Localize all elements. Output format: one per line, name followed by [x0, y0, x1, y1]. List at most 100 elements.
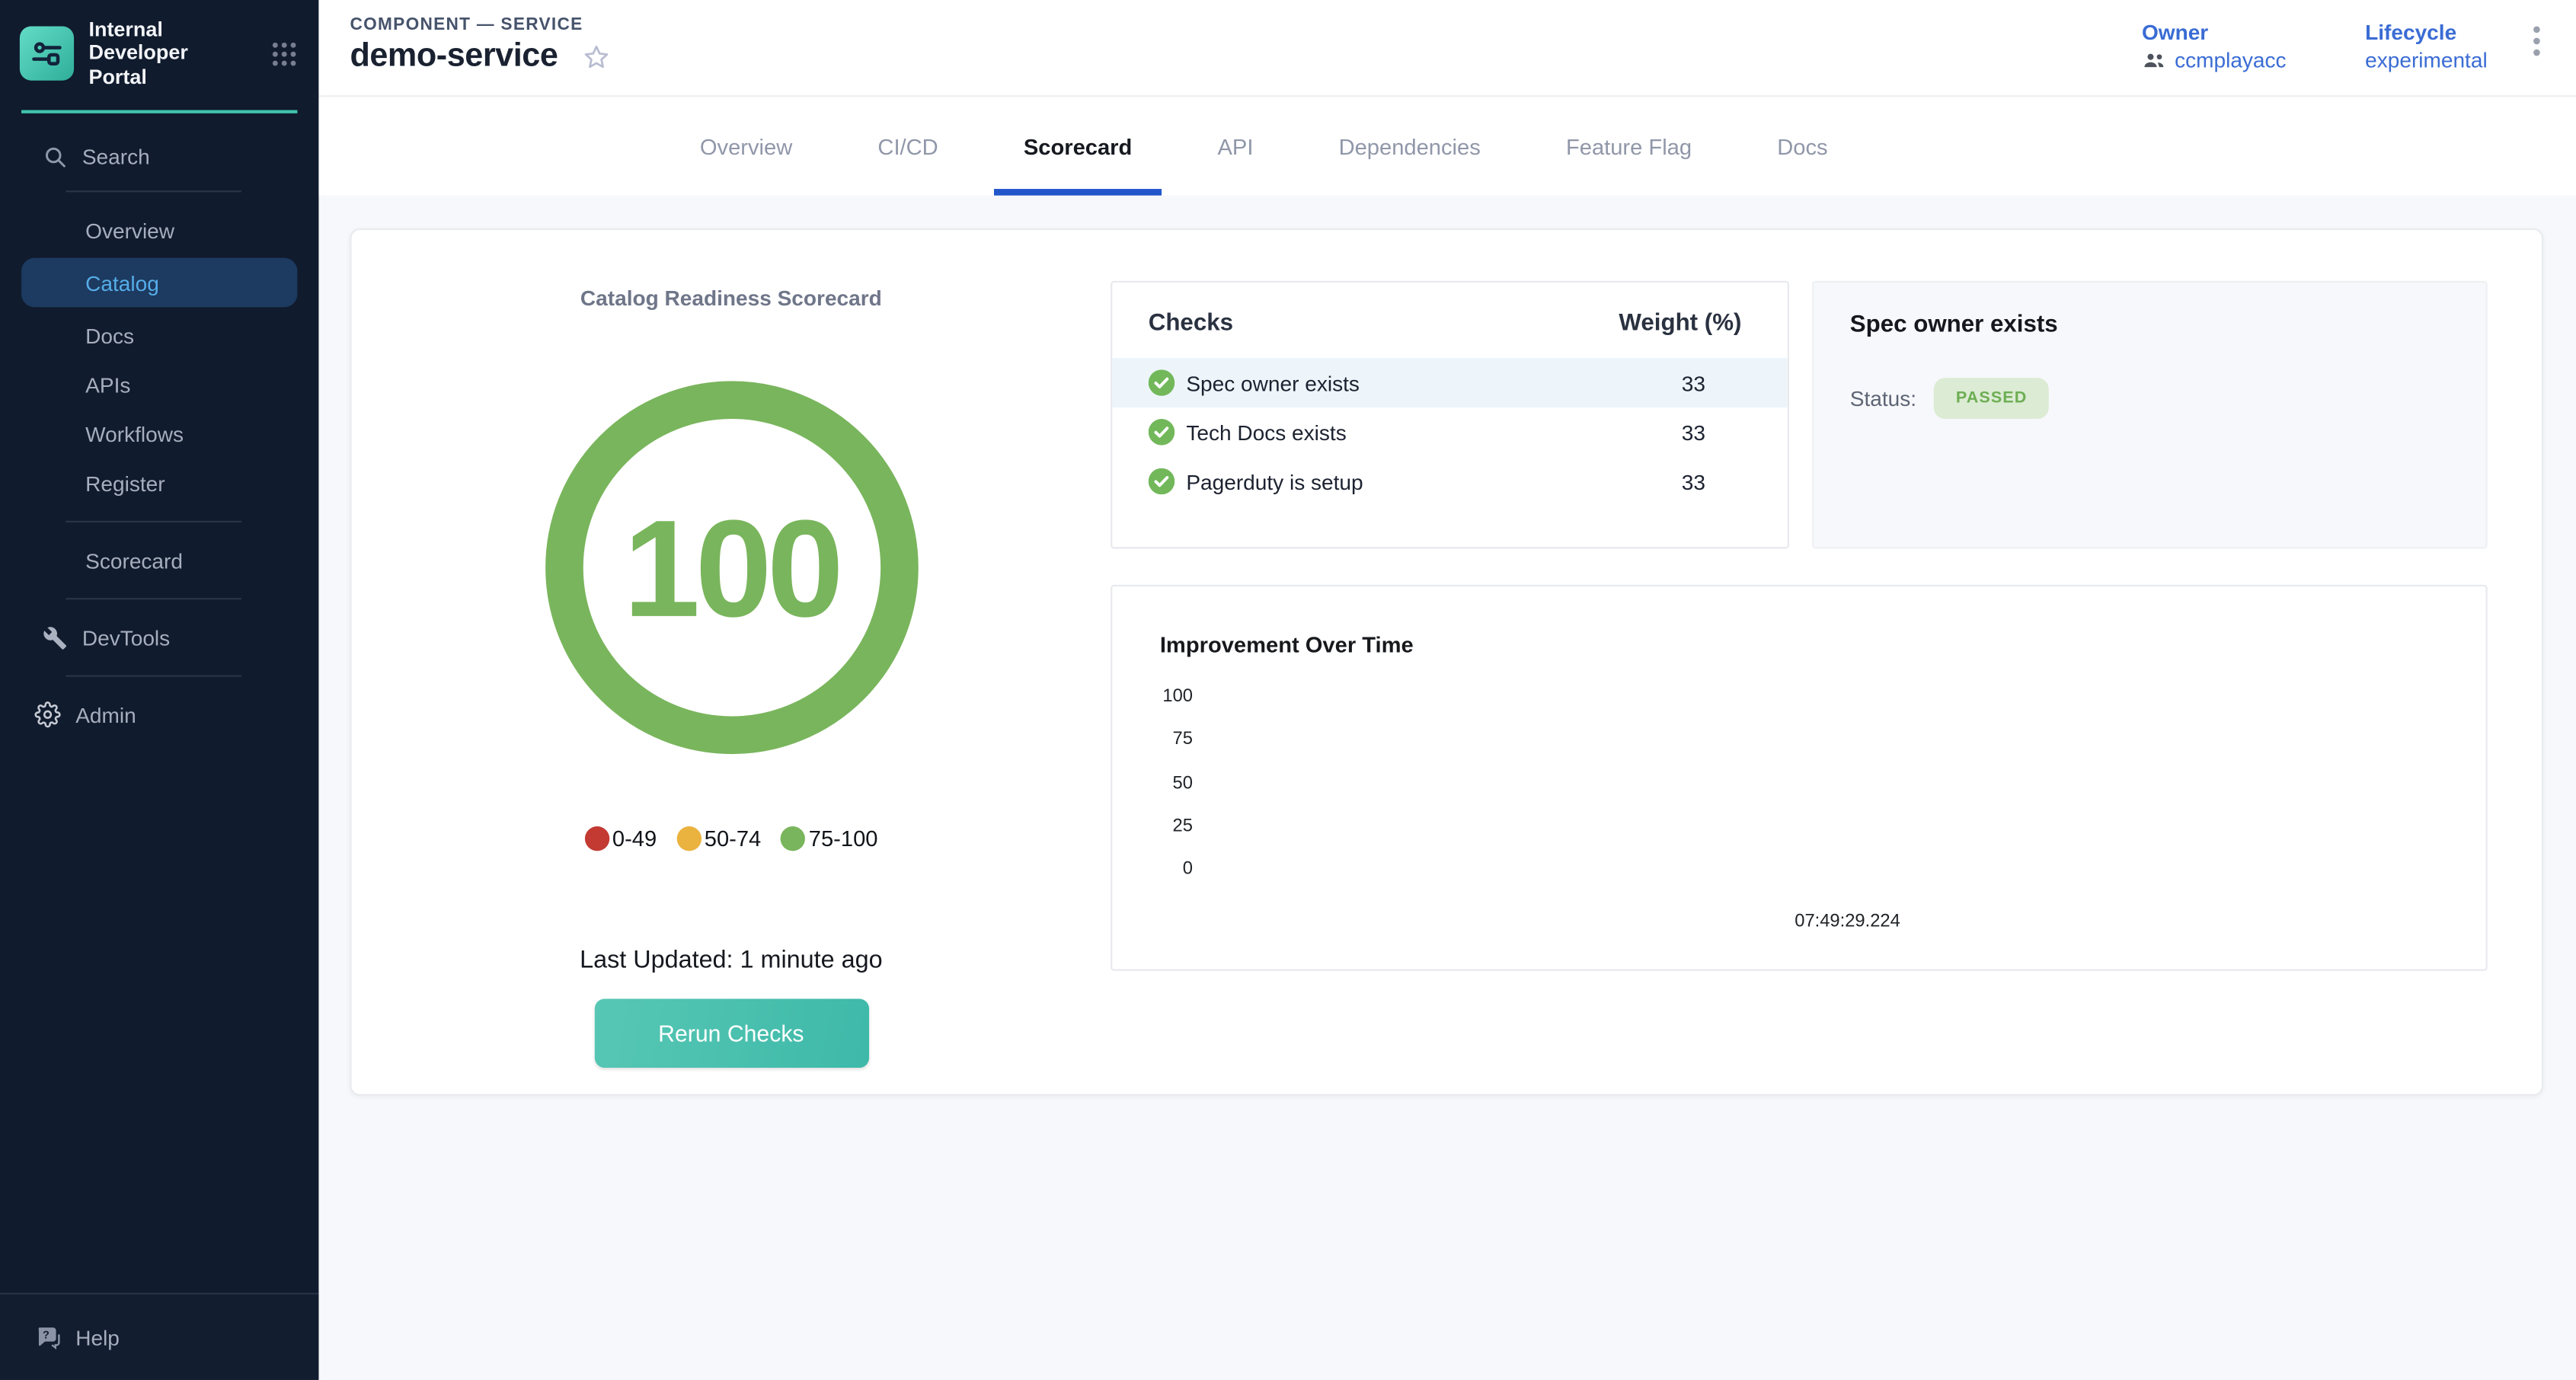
check-row-tech-docs[interactable]: Tech Docs exists 33 — [1112, 407, 1788, 457]
y-tick: 0 — [1160, 860, 1193, 903]
sidebar-item-help[interactable]: ? Help — [0, 1295, 318, 1380]
owner-label: Owner — [2142, 20, 2287, 44]
tab-cicd[interactable]: CI/CD — [849, 97, 968, 195]
score-gauge-ring: 100 — [545, 381, 918, 754]
sidebar-item-label: Docs — [85, 323, 134, 347]
y-tick: 100 — [1160, 687, 1193, 730]
y-tick: 75 — [1160, 730, 1193, 773]
scorecard-title: Catalog Readiness Scorecard — [580, 286, 882, 310]
kebab-menu-icon[interactable] — [2533, 23, 2540, 57]
wrench-icon — [40, 625, 69, 650]
sidebar-item-overview[interactable]: Overview — [0, 206, 318, 255]
check-weight: 33 — [1682, 370, 1752, 395]
lifecycle-label: Lifecycle — [2365, 20, 2488, 44]
sidebar-item-label: Scorecard — [85, 548, 183, 573]
check-detail-panel: Spec owner exists Status: PASSED — [1812, 281, 2488, 549]
x-tick: 07:49:29.224 — [1795, 912, 1900, 932]
divider — [66, 598, 241, 599]
entity-header: COMPONENT — SERVICE demo-service Owner — [318, 0, 2576, 97]
score-detail-section: Checks Weight (%) Spec owner exists 33 — [1111, 281, 2488, 1094]
score-legend: 0-49 50-74 75-100 — [574, 826, 887, 851]
app-root: Internal Developer Portal Search Overvie… — [0, 0, 2576, 1380]
legend-item-low: 0-49 — [584, 826, 657, 851]
owner-link[interactable]: ccmplayacc — [2175, 48, 2287, 72]
entity-header-left: COMPONENT — SERVICE demo-service — [350, 0, 610, 75]
checks-column-header: Checks — [1149, 311, 1233, 337]
sidebar-item-search[interactable]: Search — [0, 135, 318, 177]
check-row-spec-owner[interactable]: Spec owner exists 33 — [1112, 358, 1788, 407]
tab-overview[interactable]: Overview — [670, 97, 822, 195]
entity-header-right: Owner ccmplayacc Lifecycle experimenta — [2142, 20, 2540, 72]
app-title: Internal Developer Portal — [88, 18, 239, 89]
last-updated-text: Last Updated: 1 minute ago — [580, 946, 883, 974]
improvement-chart: Improvement Over Time 100 75 50 25 0 07:… — [1111, 585, 2488, 971]
tab-docs[interactable]: Docs — [1747, 97, 1857, 195]
legend-item-mid: 50-74 — [676, 826, 761, 851]
chart-y-axis: 100 75 50 25 0 — [1160, 687, 2486, 903]
check-row-pagerduty[interactable]: Pagerduty is setup 33 — [1112, 457, 1788, 506]
check-label: Pagerduty is setup — [1186, 469, 1363, 494]
divider — [66, 676, 241, 677]
sidebar-item-docs[interactable]: Docs — [0, 311, 318, 360]
sidebar: Internal Developer Portal Search Overvie… — [0, 0, 318, 1380]
gear-icon — [33, 701, 62, 728]
sidebar-footer: ? Help — [0, 1295, 318, 1380]
accent-divider — [21, 110, 297, 113]
sidebar-item-label: Workflows — [85, 422, 184, 446]
tab-scorecard[interactable]: Scorecard — [994, 97, 1162, 195]
sidebar-spacer — [0, 740, 318, 1293]
search-icon — [40, 144, 69, 168]
tab-feature-flag[interactable]: Feature Flag — [1536, 97, 1721, 195]
favorite-star-icon[interactable] — [581, 42, 611, 72]
score-value: 100 — [623, 499, 839, 637]
y-tick: 25 — [1160, 816, 1193, 860]
logo-row: Internal Developer Portal — [0, 0, 318, 104]
divider — [66, 190, 241, 192]
sidebar-item-apis[interactable]: APIs — [0, 360, 318, 410]
y-tick: 50 — [1160, 773, 1193, 816]
legend-red-dot — [584, 826, 609, 851]
sidebar-item-admin[interactable]: Admin — [0, 690, 318, 740]
sidebar-item-register[interactable]: Register — [0, 458, 318, 508]
sidebar-item-label: Overview — [85, 218, 174, 242]
chart-x-axis: 07:49:29.224 — [1210, 912, 2486, 932]
rerun-checks-button[interactable]: Rerun Checks — [594, 998, 868, 1068]
legend-green-dot — [781, 826, 805, 851]
divider — [66, 521, 241, 522]
status-label: Status: — [1850, 386, 1916, 410]
weight-column-header: Weight (%) — [1619, 311, 1751, 337]
sidebar-item-devtools[interactable]: DevTools — [0, 613, 318, 663]
page-title: demo-service — [350, 38, 558, 76]
sidebar-item-scorecard[interactable]: Scorecard — [0, 535, 318, 585]
users-icon — [2142, 48, 2166, 72]
status-badge: PASSED — [1935, 378, 2049, 419]
tab-dependencies[interactable]: Dependencies — [1309, 97, 1510, 195]
sidebar-item-label: Catalog — [85, 270, 159, 295]
sidebar-item-label: Admin — [75, 702, 136, 727]
sidebar-item-workflows[interactable]: Workflows — [0, 409, 318, 458]
check-passed-icon — [1149, 369, 1175, 396]
score-gauge-section: Catalog Readiness Scorecard 100 0-49 50-… — [352, 230, 1111, 1094]
tab-api[interactable]: API — [1188, 97, 1283, 195]
check-passed-icon — [1149, 419, 1175, 446]
lifecycle-value: experimental — [2365, 48, 2488, 72]
scorecard-card: Catalog Readiness Scorecard 100 0-49 50-… — [350, 228, 2543, 1096]
check-passed-icon — [1149, 468, 1175, 495]
help-chat-icon: ? — [33, 1323, 62, 1351]
checks-table: Checks Weight (%) Spec owner exists 33 — [1111, 281, 1789, 549]
legend-yellow-dot — [676, 826, 701, 851]
check-weight: 33 — [1682, 420, 1752, 444]
sidebar-item-catalog[interactable]: Catalog — [21, 258, 297, 308]
apps-grid-icon[interactable] — [271, 40, 298, 67]
main-area: COMPONENT — SERVICE demo-service Owner — [318, 0, 2576, 1380]
sidebar-item-label: DevTools — [82, 625, 170, 650]
check-detail-title: Spec owner exists — [1850, 312, 2450, 339]
legend-item-high: 75-100 — [781, 826, 877, 851]
check-weight: 33 — [1682, 469, 1752, 494]
owner-block: Owner ccmplayacc — [2142, 20, 2287, 72]
chart-title: Improvement Over Time — [1160, 632, 2486, 656]
breadcrumb: COMPONENT — SERVICE — [350, 14, 610, 34]
svg-text:?: ? — [42, 1329, 49, 1341]
lifecycle-block: Lifecycle experimental — [2365, 20, 2488, 72]
sidebar-item-label: Search — [82, 144, 150, 168]
